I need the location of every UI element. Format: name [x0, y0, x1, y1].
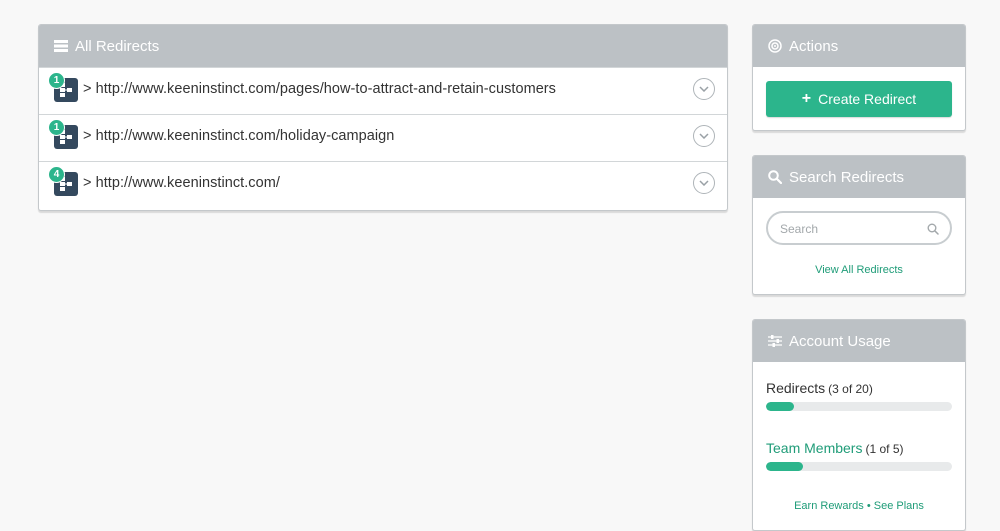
redirects-usage-bar	[766, 402, 952, 411]
team-members-link[interactable]: Team Members	[766, 440, 862, 456]
search-icon[interactable]	[927, 222, 939, 240]
actions-header: Actions	[753, 25, 965, 67]
redirects-usage-label: Redirects (3 of 20)	[766, 380, 873, 396]
account-usage-panel: Account Usage Redirects (3 of 20) Team Me…	[752, 319, 966, 531]
hit-count-badge: 4	[48, 166, 65, 183]
redirect-url[interactable]: > http://www.keeninstinct.com/holiday-ca…	[83, 128, 394, 144]
target-icon	[768, 39, 782, 53]
all-redirects-panel: All Redirects 1 > http://www.keeninstinc…	[38, 24, 728, 211]
redirect-row[interactable]: 4 > http://www.keeninstinct.com/	[39, 161, 727, 208]
sliders-icon	[768, 334, 782, 348]
search-redirects-panel: Search Redirects View All Redirects	[752, 155, 966, 295]
team-usage-label: Team Members (1 of 5)	[766, 440, 903, 456]
redirects-usage-count: (3 of 20)	[828, 382, 873, 396]
redirect-row[interactable]: 1 > http://www.keeninstinct.com/pages/ho…	[39, 67, 727, 114]
expand-chevron-icon[interactable]	[693, 125, 715, 147]
links-separator: •	[866, 500, 871, 512]
team-usage-count: (1 of 5)	[865, 442, 904, 456]
search-icon	[768, 170, 782, 184]
search-title: Search Redirects	[789, 168, 905, 186]
actions-panel: Actions + Create Redirect	[752, 24, 966, 131]
earn-rewards-link[interactable]: Earn Rewards	[794, 500, 864, 512]
team-usage-fill	[766, 462, 804, 471]
create-redirect-button[interactable]: + Create Redirect	[766, 81, 952, 117]
redirect-url[interactable]: > http://www.keeninstinct.com/	[83, 175, 280, 191]
usage-header: Account Usage	[753, 320, 965, 362]
all-redirects-header: All Redirects	[39, 25, 727, 67]
redirects-usage-fill	[766, 402, 794, 411]
team-usage-bar	[766, 462, 952, 471]
search-box[interactable]	[766, 211, 952, 245]
hit-count-badge: 1	[48, 119, 65, 136]
actions-title: Actions	[789, 37, 839, 55]
usage-links: Earn Rewards • See Plans	[753, 500, 965, 512]
search-input[interactable]	[778, 219, 922, 239]
list-icon	[54, 39, 68, 53]
redirect-row[interactable]: 1 > http://www.keeninstinct.com/holiday-…	[39, 114, 727, 161]
redirect-url[interactable]: > http://www.keeninstinct.com/pages/how-…	[83, 81, 556, 97]
create-redirect-label: Create Redirect	[818, 91, 917, 107]
redirects-usage-name: Redirects	[766, 380, 826, 396]
search-header: Search Redirects	[753, 156, 965, 198]
view-all-redirects-link[interactable]: View All Redirects	[753, 264, 965, 276]
usage-title: Account Usage	[789, 332, 891, 350]
plus-icon: +	[801, 90, 812, 107]
all-redirects-title: All Redirects	[75, 37, 160, 55]
hit-count-badge: 1	[48, 72, 65, 89]
expand-chevron-icon[interactable]	[693, 78, 715, 100]
see-plans-link[interactable]: See Plans	[874, 500, 924, 512]
expand-chevron-icon[interactable]	[693, 172, 715, 194]
